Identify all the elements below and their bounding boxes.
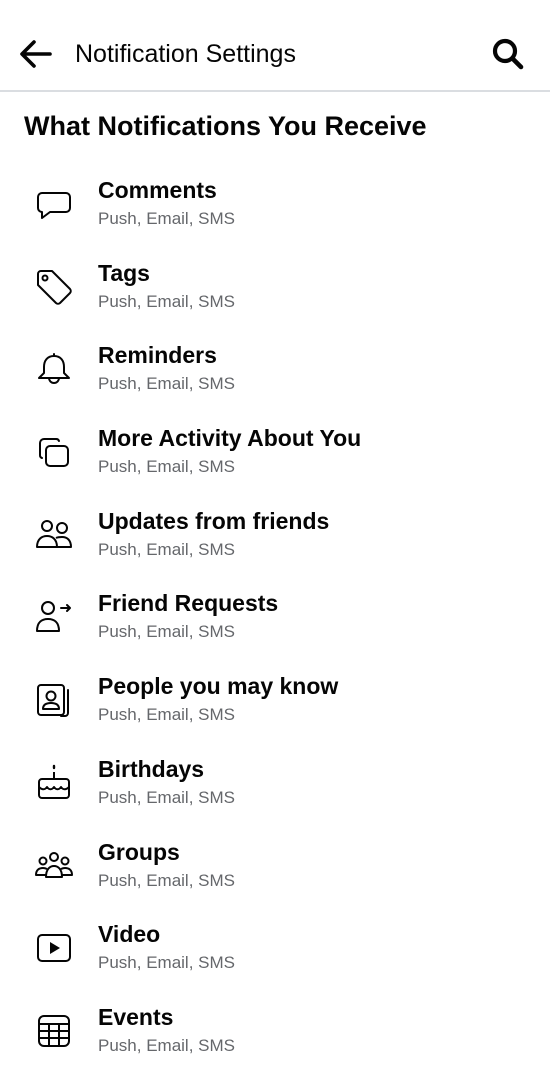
list-item-more-activity[interactable]: More Activity About You Push, Email, SMS	[0, 416, 550, 499]
person-arrow-icon	[32, 595, 76, 639]
cake-icon	[32, 761, 76, 805]
search-button[interactable]	[488, 34, 528, 74]
list-item-channels: Push, Email, SMS	[98, 787, 235, 807]
group-icon	[32, 844, 76, 888]
notification-settings-screen: Notification Settings What Notifications…	[0, 0, 550, 1080]
list-item-groups[interactable]: Groups Push, Email, SMS	[0, 830, 550, 913]
list-item-label: People you may know	[98, 673, 339, 700]
list-item-label: Events	[98, 1003, 174, 1030]
list-item-people-you-may-know[interactable]: People you may know Push, Email, SMS	[0, 664, 550, 747]
friends-icon	[32, 513, 76, 557]
list-item-label: Friend Requests	[98, 590, 279, 617]
list-item-label: Reminders	[98, 342, 217, 369]
list-item-birthdays[interactable]: Birthdays Push, Email, SMS	[0, 747, 550, 830]
list-item-events[interactable]: Events Push, Email, SMS	[0, 995, 550, 1078]
list-item-tags[interactable]: Tags Push, Email, SMS	[0, 251, 550, 334]
calendar-icon	[32, 1009, 76, 1053]
stacked-squares-icon	[32, 430, 76, 474]
tag-icon	[32, 265, 76, 309]
list-item-channels: Push, Email, SMS	[98, 374, 235, 394]
notification-type-list: Comments Push, Email, SMS Tags Push, Ema…	[0, 168, 550, 1078]
list-item-video[interactable]: Video Push, Email, SMS	[0, 912, 550, 995]
list-item-label: Comments	[98, 177, 217, 203]
list-item-label: Groups	[98, 838, 180, 865]
comment-icon	[32, 182, 76, 226]
arrow-left-icon	[20, 40, 52, 68]
list-item-label: Tags	[98, 259, 150, 286]
list-item-label: More Activity About You	[98, 425, 362, 452]
list-item-label: Updates from friends	[98, 507, 330, 534]
list-item-friend-requests[interactable]: Friend Requests Push, Email, SMS	[0, 581, 550, 664]
list-item-channels: Push, Email, SMS	[98, 291, 235, 311]
list-item-label: Birthdays	[98, 755, 205, 782]
search-icon	[492, 38, 524, 70]
contact-card-icon	[32, 678, 76, 722]
list-item-reminders[interactable]: Reminders Push, Email, SMS	[0, 333, 550, 416]
list-item-updates-from-friends[interactable]: Updates from friends Push, Email, SMS	[0, 499, 550, 582]
list-item-channels: Push, Email, SMS	[98, 457, 235, 477]
list-item-channels: Push, Email, SMS	[98, 953, 235, 973]
bell-icon	[32, 347, 76, 391]
page-title: Notification Settings	[75, 40, 296, 68]
list-item-channels: Push, Email, SMS	[98, 622, 235, 642]
video-play-icon	[32, 926, 76, 970]
section-title: What Notifications You Receive	[24, 111, 427, 141]
back-button[interactable]	[16, 34, 56, 74]
list-item-channels: Push, Email, SMS	[98, 705, 235, 725]
list-item-channels: Push, Email, SMS	[98, 209, 235, 228]
list-item-channels: Push, Email, SMS	[98, 870, 235, 890]
list-item-label: Video	[98, 921, 161, 948]
list-item-channels: Push, Email, SMS	[98, 539, 235, 559]
list-item-channels: Push, Email, SMS	[98, 1035, 235, 1055]
list-item-comments[interactable]: Comments Push, Email, SMS	[0, 168, 550, 251]
top-app-bar: Notification Settings	[0, 0, 550, 92]
